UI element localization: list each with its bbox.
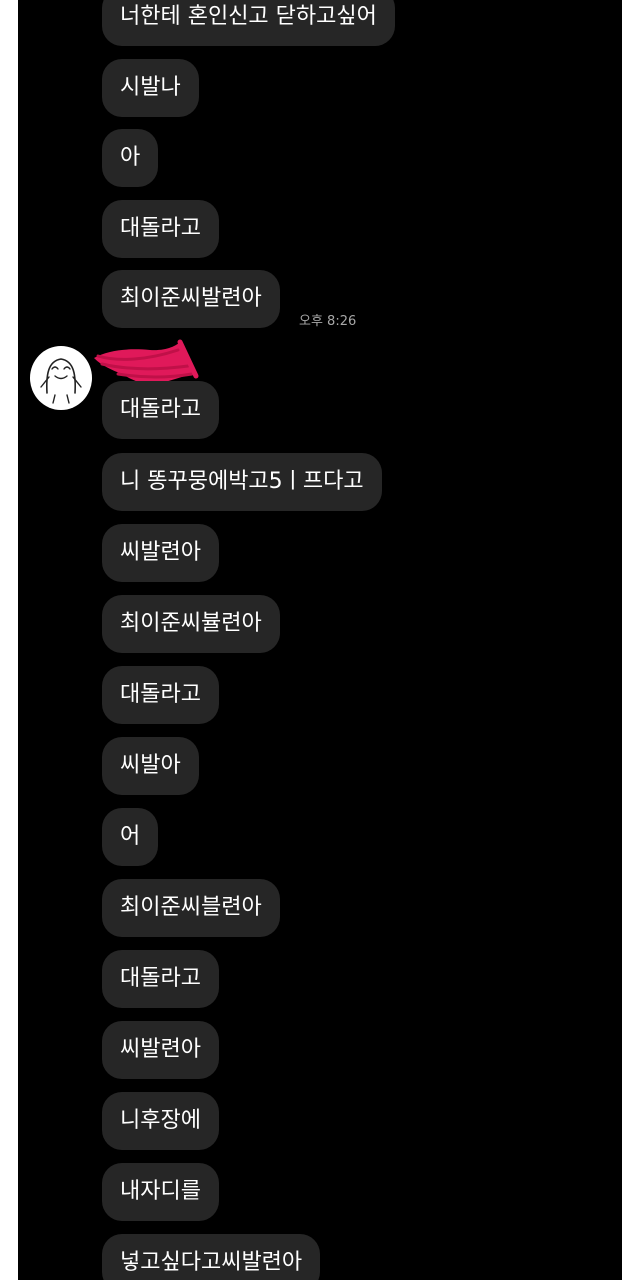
doodle-avatar-icon bbox=[30, 346, 92, 410]
message-bubble[interactable]: 대돌라고 bbox=[102, 666, 219, 724]
message-bubble[interactable]: 대돌라고 bbox=[102, 200, 219, 258]
message-bubble[interactable]: 니후장에 bbox=[102, 1092, 219, 1150]
message-bubble[interactable]: 최이준씨뷸련아 bbox=[102, 595, 280, 653]
message-bubble[interactable]: 씨발련아 bbox=[102, 1021, 219, 1079]
message-bubble[interactable]: 최이준씨블련아 bbox=[102, 879, 280, 937]
message-bubble[interactable]: 어 bbox=[102, 808, 159, 866]
message-bubble[interactable]: 아 bbox=[102, 129, 159, 187]
sender-avatar[interactable] bbox=[29, 345, 93, 411]
message-bubble[interactable]: 대돌라고 bbox=[102, 950, 219, 1008]
message-bubble[interactable]: 씨발련아 bbox=[102, 524, 219, 582]
message-bubble[interactable]: 씨발아 bbox=[102, 737, 199, 795]
message-timestamp: 오후 8:26 bbox=[299, 314, 357, 329]
message-bubble[interactable]: 너한테 혼인신고 닫하고싶어 bbox=[102, 0, 395, 46]
message-bubble[interactable]: 최이준씨발련아 bbox=[102, 270, 280, 328]
message-bubble[interactable]: 시발나 bbox=[102, 59, 199, 117]
message-bubble[interactable]: 넣고싶다고씨발련아 bbox=[102, 1234, 321, 1280]
message-bubble[interactable]: 대돌라고 bbox=[102, 381, 219, 439]
message-bubble[interactable]: 니 똥꾸뭉에박고5ㅣ프다고 bbox=[102, 453, 382, 511]
message-bubble[interactable]: 내자디를 bbox=[102, 1163, 219, 1221]
chat-screen: 너한테 혼인신고 닫하고싶어 시발나 아 대돌라고 최이준씨발련아 오후 8:2… bbox=[18, 0, 622, 1280]
